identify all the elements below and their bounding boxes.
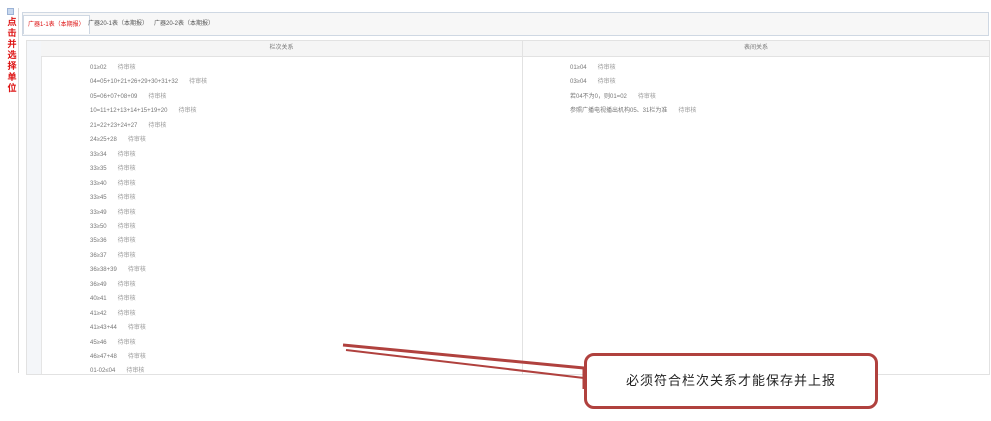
arrow-line <box>342 343 586 389</box>
callout-box: 必须符合栏次关系才能保存并上报 <box>584 353 878 409</box>
